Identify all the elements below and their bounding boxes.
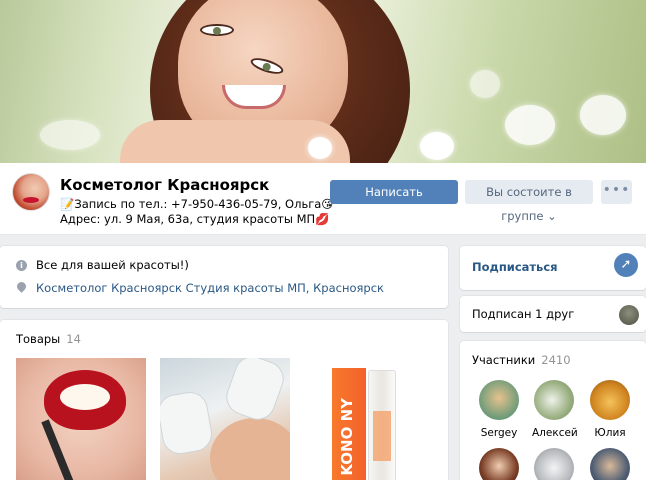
write-message-button[interactable]: Написать сообщение (330, 180, 458, 223)
goods-count: 14 (66, 332, 81, 346)
member-avatar[interactable] (479, 448, 519, 480)
member-item[interactable] (532, 448, 576, 480)
goods-item-lips[interactable] (16, 358, 146, 480)
members-card: Участники 2410 Sergey Алексей Юлия (460, 341, 646, 480)
goods-item-procedure[interactable] (160, 358, 290, 480)
member-item[interactable]: Юлия (588, 380, 632, 439)
product-box: KONO NY (332, 368, 366, 480)
goods-item-product[interactable]: KONO NY (305, 358, 435, 480)
address-link[interactable]: Косметолог Красноярск Студия красоты МП,… (36, 281, 384, 295)
product-bottle (368, 370, 396, 480)
member-item[interactable]: Sergey (477, 380, 521, 439)
group-title: Косметолог Красноярск (60, 176, 270, 194)
glove-shape (221, 358, 289, 425)
cover-flower (505, 105, 555, 145)
procedure-face (210, 418, 290, 480)
teeth-shape (60, 384, 110, 410)
cover-flower (420, 132, 454, 160)
member-avatar[interactable] (590, 448, 630, 480)
members-header[interactable]: Участники 2410 (472, 353, 571, 367)
cover-eye-left (200, 24, 234, 36)
group-header: Косметолог Красноярск 📝Запись по тел.: +… (0, 163, 646, 235)
member-avatar[interactable] (590, 380, 630, 420)
subscribe-card[interactable]: Подписаться ➚ (460, 246, 646, 290)
members-count: 2410 (541, 353, 571, 367)
product-brand: KONO NY (338, 398, 356, 476)
cover-flower (580, 95, 626, 135)
description-row: i Все для вашей красоты!) (16, 258, 189, 272)
group-avatar[interactable] (12, 173, 50, 211)
member-name[interactable]: Юлия (588, 427, 632, 439)
group-status-phone: 📝Запись по тел.: +7-950-436-05-79, Ольга… (60, 197, 334, 211)
location-pin-icon (16, 282, 27, 294)
member-item[interactable] (588, 448, 632, 480)
cover-flower (40, 120, 100, 150)
goods-card: Товары 14 KONO NY (0, 320, 448, 480)
description-text: Все для вашей красоты!) (36, 258, 189, 272)
info-icon: i (16, 259, 27, 271)
cover-flower (308, 137, 332, 159)
members-title[interactable]: Участники (472, 353, 535, 367)
member-item[interactable]: Алексей (532, 380, 578, 439)
friends-card[interactable]: Подписан 1 друг (460, 296, 646, 332)
member-avatar[interactable] (534, 448, 574, 480)
subscribe-link[interactable]: Подписаться (472, 260, 558, 274)
cover-flower (470, 70, 500, 98)
address-row[interactable]: Косметолог Красноярск Студия красоты МП,… (16, 281, 384, 295)
membership-dropdown-button[interactable]: Вы состоите в группе ⌄ (465, 180, 593, 223)
member-item[interactable] (477, 448, 521, 480)
goods-header[interactable]: Товары 14 (16, 332, 81, 346)
friends-subscribed-text[interactable]: Подписан 1 друг (472, 307, 574, 321)
friend-avatar[interactable] (619, 305, 639, 325)
cover-photo (0, 0, 646, 163)
info-card: i Все для вашей красоты!) Косметолог Кра… (0, 246, 448, 308)
goods-title[interactable]: Товары (16, 332, 60, 346)
group-status-address: Адрес: ул. 9 Мая, 63а, студия красоты МП… (60, 212, 330, 226)
more-actions-button[interactable]: ••• (601, 180, 632, 204)
member-avatar[interactable] (534, 380, 574, 420)
glove-shape (160, 389, 215, 457)
member-name[interactable]: Sergey (477, 427, 521, 439)
share-arrow-icon[interactable]: ➚ (614, 253, 638, 277)
member-name[interactable]: Алексей (532, 427, 578, 439)
member-avatar[interactable] (479, 380, 519, 420)
